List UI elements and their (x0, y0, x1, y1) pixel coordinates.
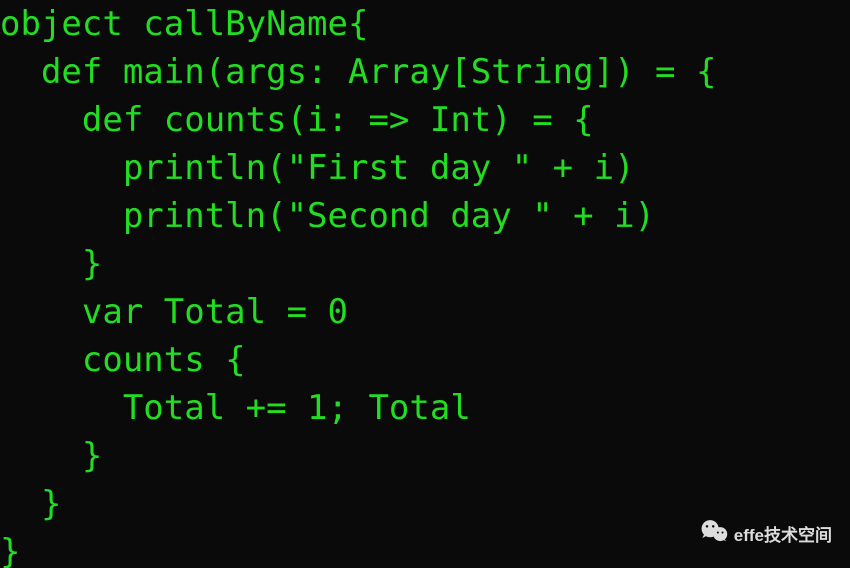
code-line: } (0, 436, 102, 476)
code-line: def main(args: Array[String]) = { (0, 52, 716, 92)
code-line: var Total = 0 (0, 292, 348, 332)
code-line: counts { (0, 340, 246, 380)
code-line: object callByName{ (0, 4, 368, 44)
watermark-text: effe技术空间 (734, 521, 832, 546)
code-block: object callByName{ def main(args: Array[… (0, 0, 850, 568)
watermark: effe技术空间 (700, 517, 832, 550)
code-line: Total += 1; Total (0, 388, 471, 428)
code-line: } (0, 244, 102, 284)
wechat-icon (700, 517, 728, 550)
code-line: } (0, 484, 61, 524)
code-line: println("First day " + i) (0, 148, 635, 188)
code-line: def counts(i: => Int) = { (0, 100, 594, 140)
code-line: println("Second day " + i) (0, 196, 655, 236)
code-line: } (0, 532, 20, 568)
